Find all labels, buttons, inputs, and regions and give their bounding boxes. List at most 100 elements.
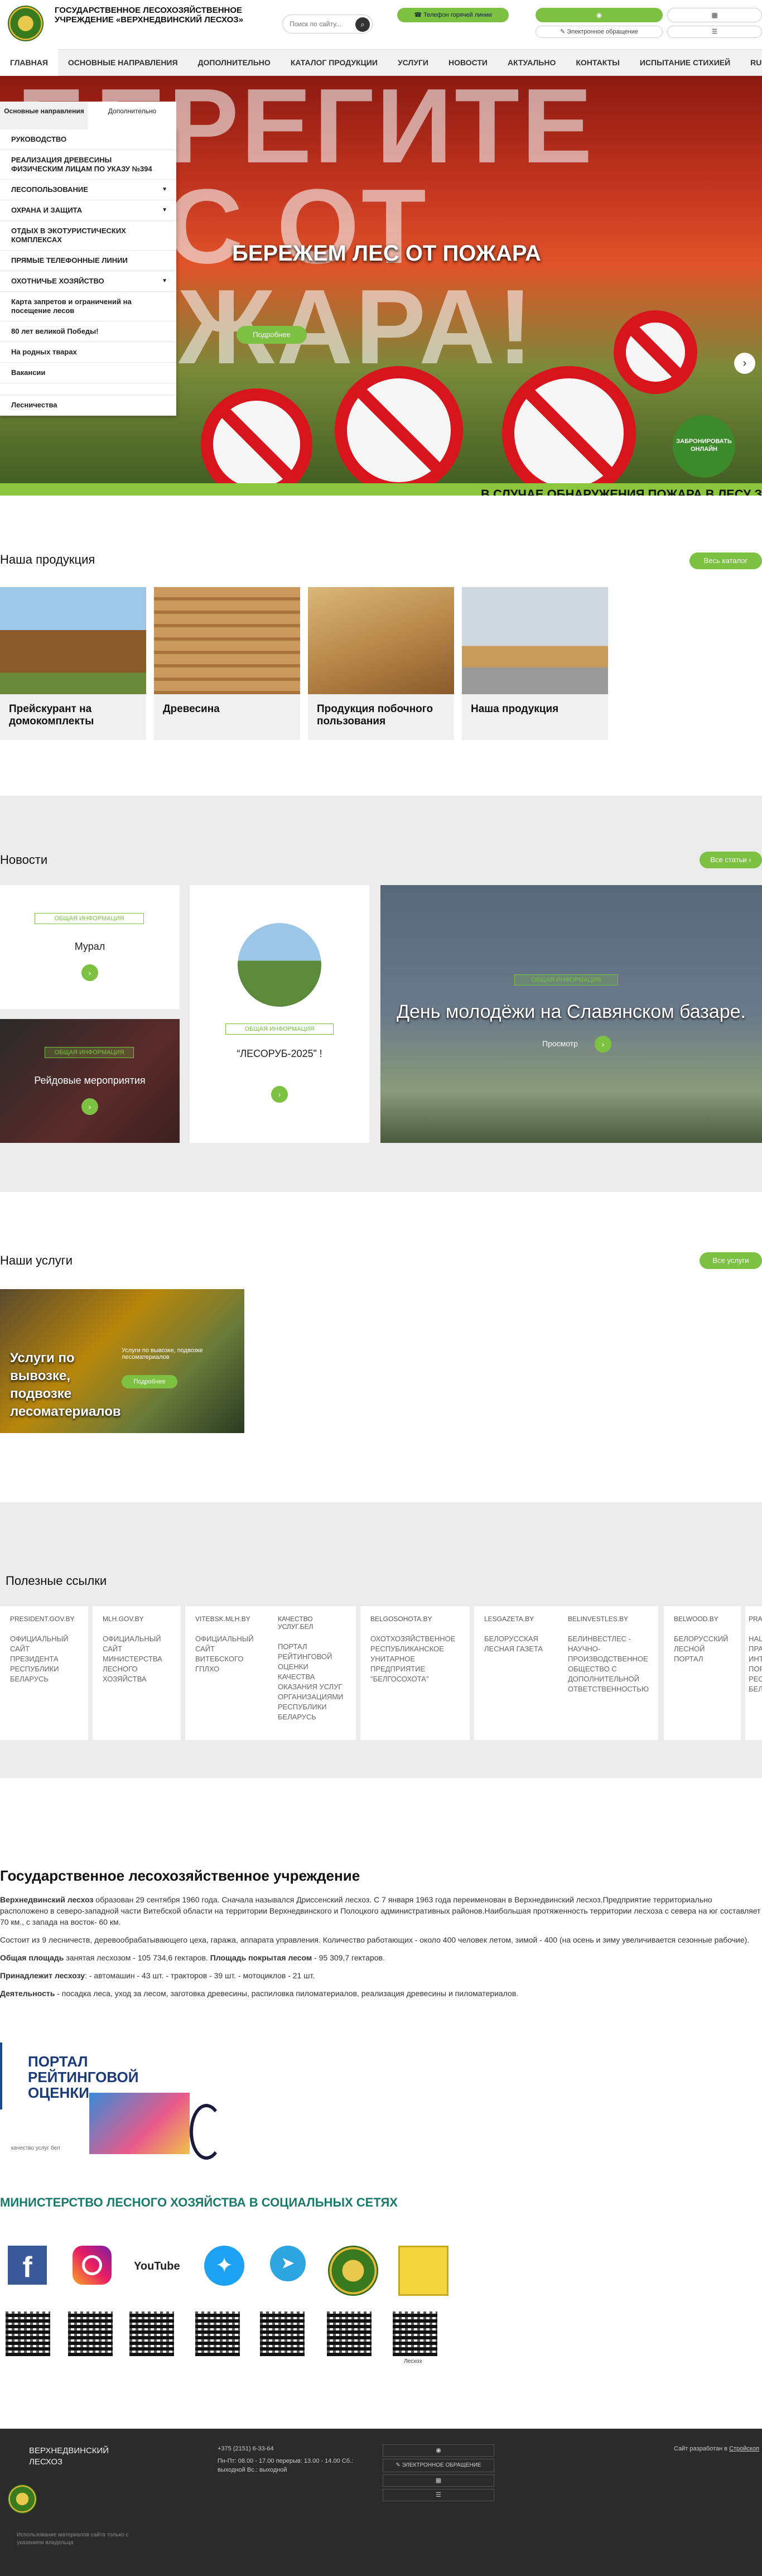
footer-hours: Пн-Пт: 08.00 - 17.00 перерыв: 13.00 - 14… [218, 2458, 354, 2473]
menu-icon[interactable]: ☰ [383, 2489, 494, 2501]
link-domain: BELWOOD.BY [674, 1615, 718, 1623]
news-card[interactable]: ОБЩАЯ ИНФОРМАЦИЯ День молодёжи на Славян… [380, 885, 762, 1143]
about-paragraph: образован 29 сентября 1960 года. Сначала… [0, 1895, 761, 1926]
twitter-icon[interactable]: ✦ [204, 2246, 244, 2286]
product-label: Прейскурант на домокомплекты [9, 703, 94, 727]
footer-dev-label: Сайт разработан в [674, 2445, 727, 2452]
search-input[interactable] [290, 20, 351, 28]
service-desc: Услуги по вывозке, подвозке лесоматериал… [122, 1347, 203, 1361]
link-card[interactable]: BELWOOD.BY БЕЛОРУССКИЙ ЛЕСНОЙ ПОРТАЛ [664, 1606, 741, 1740]
product-card[interactable]: Прейскурант на домокомплекты [0, 587, 146, 740]
tab-additional[interactable]: Дополнительно [88, 102, 176, 129]
arrow-right-icon[interactable]: › [81, 964, 98, 981]
nav-actual[interactable]: АКТУАЛЬНО [498, 49, 566, 76]
eappeal-button[interactable]: ✎ Электронное обращение [536, 26, 663, 38]
rating-portal-banner[interactable]: ПОРТАЛ РЕЙТИНГОВОЙ ОЦЕНКИ качество услуг… [0, 2042, 223, 2161]
about-title: Государственное лесохозяйственное учрежд… [0, 1867, 360, 1884]
portal-ring [190, 2104, 223, 2160]
dropdown-label: Вакансии [11, 368, 46, 377]
menu-icon[interactable]: ☰ [667, 26, 762, 38]
all-articles-button[interactable]: Все статьи › [700, 852, 762, 868]
nav-contacts[interactable]: КОНТАКТЫ [566, 49, 629, 76]
dropdown-item[interactable]: ОХОТНИЧЬЕ ХОЗЯЙСТВО ▼ [0, 271, 176, 292]
org-name[interactable]: ГОСУДАРСТВЕННОЕ ЛЕСОХОЗЯЙСТВЕННОЕ УЧРЕЖД… [55, 6, 244, 25]
dropdown-label: РУКОВОДСТВО [11, 135, 67, 143]
dropdown-item[interactable]: 80 лет великой Победы! [0, 321, 176, 342]
arrow-right-icon[interactable]: › [595, 1036, 611, 1052]
nav-language[interactable]: RU [740, 49, 762, 76]
grid-icon[interactable]: ▦ [383, 2474, 494, 2487]
product-card[interactable]: Древесина [154, 587, 300, 740]
all-services-button[interactable]: Все услуги [700, 1252, 762, 1269]
telegram-icon[interactable]: ➤ [270, 2246, 306, 2281]
footer-eappeal[interactable]: ✎ ЭЛЕКТРОННОЕ ОБРАЩЕНИЕ [383, 2459, 494, 2472]
tab-main-directions[interactable]: Основные направления [0, 102, 88, 129]
link-card[interactable]: КАЧЕСТВО УСЛУГ.БЕЛ ПОРТАЛ РЕЙТИНГОВОЙ ОЦЕ… [268, 1606, 356, 1740]
product-card[interactable]: Наша продукция [462, 587, 608, 740]
eye-icon[interactable]: ◉ [383, 2444, 494, 2457]
news-card[interactable]: ОБЩАЯ ИНФОРМАЦИЯ Мурал › [0, 885, 180, 1009]
nav-home[interactable]: ГЛАВНАЯ [0, 49, 58, 76]
chevron-right-icon[interactable]: › [734, 353, 755, 374]
ministry-emblem-icon[interactable] [328, 2246, 378, 2296]
news-card[interactable]: ОБЩАЯ ИНФОРМАЦИЯ “ЛЕСОРУБ-2025” ! › [190, 885, 369, 1143]
about-paragraph: Состоит из 9 лесничеств, деревообрабатыв… [0, 1935, 750, 1944]
about-paragraph: занятая лесхозом - 105 734,6 гектаров. [64, 1953, 210, 1962]
link-card[interactable]: LESGAZETA.BY БЕЛОРУССКАЯ ЛЕСНАЯ ГАЗЕТА [474, 1606, 559, 1740]
nav-dropdown: РУКОВОДСТВО РЕАЛИЗАЦИЯ ДРЕВЕСИНЫ ФИЗИЧЕС… [0, 129, 176, 416]
dropdown-item[interactable]: РУКОВОДСТВО [0, 129, 176, 150]
arrow-right-icon[interactable]: › [271, 1086, 288, 1103]
nav-elements-test[interactable]: ИСПЫТАНИЕ СТИХИЕЙ [630, 49, 740, 76]
dropdown-item[interactable]: На родных тварах [0, 342, 176, 363]
qr-caption: Лесхоз [404, 2358, 422, 2364]
dropdown-item[interactable]: Карта запретов и ограничений на посещени… [0, 292, 176, 321]
facebook-icon[interactable]: f [8, 2246, 47, 2285]
product-image [154, 587, 300, 694]
dropdown-item[interactable]: ПРЯМЫЕ ТЕЛЕФОННЫЕ ЛИНИИ [0, 251, 176, 271]
view-link[interactable]: Просмотр [542, 1039, 578, 1048]
nav-additional[interactable]: ДОПОЛНИТЕЛЬНО [188, 49, 281, 76]
youtube-icon[interactable]: YouTube [134, 2260, 180, 2279]
nav-news[interactable]: НОВОСТИ [438, 49, 498, 76]
footer-phone[interactable]: +375 (2151) 6-33-64 [218, 2445, 274, 2452]
dropdown-item[interactable]: ОХРАНА И ЗАЩИТА ▼ [0, 200, 176, 221]
link-card[interactable]: MLH.GOV.BY ОФИЦИАЛЬНЫЙ САЙТ МИНИСТЕРСТВА … [93, 1606, 181, 1740]
product-card[interactable]: Продукция побочного пользования [308, 587, 454, 740]
instagram-icon[interactable] [73, 2246, 112, 2285]
link-card[interactable]: VITEBSK.MLH.BY ОФИЦИАЛЬНЫЙ САЙТ ВИТЕБСКОГ… [185, 1606, 273, 1740]
portal-sub: качество услуг бел [11, 2145, 60, 2151]
qr-code [195, 2311, 240, 2356]
link-card[interactable]: BELINVESTLES.BY БЕЛИНВЕСТЛЕС - НАУЧНО-ПРО… [558, 1606, 658, 1740]
qr-code [327, 2311, 372, 2356]
grid-icon[interactable]: ▦ [667, 8, 762, 22]
book-online-button[interactable]: ЗАБРОНИРОВАТЬ ОНЛАЙН [673, 415, 735, 478]
dropdown-item[interactable]: Вакансии [0, 363, 176, 383]
dropdown-item[interactable]: ОТДЫХ В ЭКОТУРИСТИЧЕСКИХ КОМПЛЕКСАХ [0, 221, 176, 251]
footer-logo[interactable] [8, 2484, 37, 2513]
region-emblem-icon[interactable] [398, 2246, 448, 2296]
dropdown-item[interactable]: Лесничества [0, 395, 176, 416]
nav-services[interactable]: УСЛУГИ [388, 49, 438, 76]
dropdown-label: ОХРАНА И ЗАЩИТА [11, 206, 83, 214]
eappeal-label: Электронное обращение [567, 28, 639, 35]
nav-main-directions[interactable]: ОСНОВНЫЕ НАПРАВЛЕНИЯ [58, 49, 188, 76]
logo[interactable] [8, 6, 44, 41]
edit-icon: ✎ [396, 2462, 402, 2468]
service-card[interactable]: Услуги по вывозке, подвозке лесоматериал… [0, 1289, 244, 1433]
service-more-button[interactable]: Подробнее [122, 1375, 177, 1388]
dropdown-item[interactable]: РЕАЛИЗАЦИЯ ДРЕВЕСИНЫ ФИЗИЧЕСКИМ ЛИЦАМ ПО… [0, 150, 176, 180]
hotline-button[interactable]: ☎ Телефон горячей линии [397, 8, 509, 22]
developer-link[interactable]: Стройскоп [729, 2445, 759, 2452]
arrow-right-icon[interactable]: › [81, 1098, 98, 1115]
nav-catalog[interactable]: КАТАЛОГ ПРОДУКЦИИ [281, 49, 388, 76]
dropdown-item[interactable]: ЛЕСОПОЛЬЗОВАНИЕ ▼ [0, 180, 176, 200]
link-card[interactable]: PRESIDENT.GOV.BY ОФИЦИАЛЬНЫЙ САЙТ ПРЕЗИДЕ… [0, 1606, 88, 1740]
catalog-button[interactable]: Весь каталог [689, 552, 762, 569]
hero-more-button[interactable]: Подробнее [237, 326, 307, 344]
search-icon[interactable]: ⌕ [355, 17, 370, 32]
hero-title: БЕРЕЖЕМ ЛЕС ОТ ПОЖАРА [232, 241, 541, 266]
link-card[interactable]: BELGOSOHOTA.BY ОХОТХОЗЯЙСТВЕННОЕ РЕСПУБЛИ… [360, 1606, 470, 1740]
news-card[interactable]: ОБЩАЯ ИНФОРМАЦИЯ Рейдовые мероприятия › [0, 1019, 180, 1143]
link-card[interactable]: PRAVO.BY НАЦИОНАЛЬНЫЙ ПРАВОВОЙ ИНТЕРНЕТ-П… [745, 1606, 762, 1740]
eye-icon[interactable]: ◉ [536, 8, 663, 22]
